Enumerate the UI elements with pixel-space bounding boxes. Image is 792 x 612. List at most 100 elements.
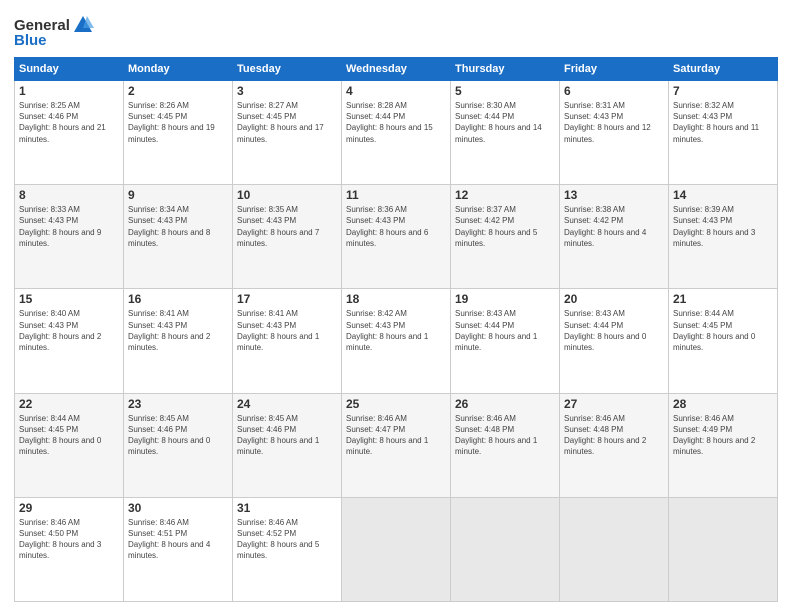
day-number: 18 — [346, 292, 446, 306]
day-info: Sunrise: 8:42 AM Sunset: 4:43 PM Dayligh… — [346, 309, 428, 352]
day-info: Sunrise: 8:43 AM Sunset: 4:44 PM Dayligh… — [455, 309, 537, 352]
day-info: Sunrise: 8:33 AM Sunset: 4:43 PM Dayligh… — [19, 205, 101, 248]
day-info: Sunrise: 8:46 AM Sunset: 4:49 PM Dayligh… — [673, 414, 755, 457]
calendar-cell: 21 Sunrise: 8:44 AM Sunset: 4:45 PM Dayl… — [669, 289, 778, 393]
day-number: 2 — [128, 84, 228, 98]
day-of-week-header: Sunday — [15, 58, 124, 81]
day-info: Sunrise: 8:43 AM Sunset: 4:44 PM Dayligh… — [564, 309, 646, 352]
calendar-cell: 6 Sunrise: 8:31 AM Sunset: 4:43 PM Dayli… — [560, 81, 669, 185]
day-number: 22 — [19, 397, 119, 411]
day-number: 14 — [673, 188, 773, 202]
day-info: Sunrise: 8:36 AM Sunset: 4:43 PM Dayligh… — [346, 205, 428, 248]
day-info: Sunrise: 8:38 AM Sunset: 4:42 PM Dayligh… — [564, 205, 646, 248]
day-info: Sunrise: 8:46 AM Sunset: 4:50 PM Dayligh… — [19, 518, 101, 561]
calendar-cell: 12 Sunrise: 8:37 AM Sunset: 4:42 PM Dayl… — [451, 185, 560, 289]
day-info: Sunrise: 8:25 AM Sunset: 4:46 PM Dayligh… — [19, 101, 106, 144]
day-number: 4 — [346, 84, 446, 98]
day-info: Sunrise: 8:28 AM Sunset: 4:44 PM Dayligh… — [346, 101, 433, 144]
day-number: 20 — [564, 292, 664, 306]
day-info: Sunrise: 8:34 AM Sunset: 4:43 PM Dayligh… — [128, 205, 210, 248]
day-number: 17 — [237, 292, 337, 306]
logo-icon — [72, 14, 94, 36]
calendar-cell: 15 Sunrise: 8:40 AM Sunset: 4:43 PM Dayl… — [15, 289, 124, 393]
calendar-cell: 23 Sunrise: 8:45 AM Sunset: 4:46 PM Dayl… — [124, 393, 233, 497]
calendar-cell — [342, 497, 451, 601]
calendar-cell: 27 Sunrise: 8:46 AM Sunset: 4:48 PM Dayl… — [560, 393, 669, 497]
calendar-cell — [451, 497, 560, 601]
day-number: 24 — [237, 397, 337, 411]
calendar-cell: 7 Sunrise: 8:32 AM Sunset: 4:43 PM Dayli… — [669, 81, 778, 185]
day-number: 26 — [455, 397, 555, 411]
calendar-cell: 24 Sunrise: 8:45 AM Sunset: 4:46 PM Dayl… — [233, 393, 342, 497]
day-number: 6 — [564, 84, 664, 98]
day-of-week-header: Saturday — [669, 58, 778, 81]
calendar-cell — [560, 497, 669, 601]
calendar-cell: 31 Sunrise: 8:46 AM Sunset: 4:52 PM Dayl… — [233, 497, 342, 601]
calendar-cell: 4 Sunrise: 8:28 AM Sunset: 4:44 PM Dayli… — [342, 81, 451, 185]
day-number: 21 — [673, 292, 773, 306]
calendar-cell: 20 Sunrise: 8:43 AM Sunset: 4:44 PM Dayl… — [560, 289, 669, 393]
day-number: 7 — [673, 84, 773, 98]
day-info: Sunrise: 8:32 AM Sunset: 4:43 PM Dayligh… — [673, 101, 759, 144]
day-number: 12 — [455, 188, 555, 202]
day-info: Sunrise: 8:41 AM Sunset: 4:43 PM Dayligh… — [128, 309, 210, 352]
calendar-cell: 8 Sunrise: 8:33 AM Sunset: 4:43 PM Dayli… — [15, 185, 124, 289]
day-info: Sunrise: 8:46 AM Sunset: 4:52 PM Dayligh… — [237, 518, 319, 561]
calendar-cell: 22 Sunrise: 8:44 AM Sunset: 4:45 PM Dayl… — [15, 393, 124, 497]
calendar-cell: 9 Sunrise: 8:34 AM Sunset: 4:43 PM Dayli… — [124, 185, 233, 289]
day-info: Sunrise: 8:41 AM Sunset: 4:43 PM Dayligh… — [237, 309, 319, 352]
day-number: 19 — [455, 292, 555, 306]
calendar-cell: 10 Sunrise: 8:35 AM Sunset: 4:43 PM Dayl… — [233, 185, 342, 289]
calendar-cell: 16 Sunrise: 8:41 AM Sunset: 4:43 PM Dayl… — [124, 289, 233, 393]
day-number: 9 — [128, 188, 228, 202]
day-info: Sunrise: 8:35 AM Sunset: 4:43 PM Dayligh… — [237, 205, 319, 248]
day-info: Sunrise: 8:40 AM Sunset: 4:43 PM Dayligh… — [19, 309, 101, 352]
calendar-cell: 29 Sunrise: 8:46 AM Sunset: 4:50 PM Dayl… — [15, 497, 124, 601]
day-number: 8 — [19, 188, 119, 202]
calendar-cell: 26 Sunrise: 8:46 AM Sunset: 4:48 PM Dayl… — [451, 393, 560, 497]
calendar-cell: 28 Sunrise: 8:46 AM Sunset: 4:49 PM Dayl… — [669, 393, 778, 497]
calendar-cell: 13 Sunrise: 8:38 AM Sunset: 4:42 PM Dayl… — [560, 185, 669, 289]
logo-blue: Blue — [14, 32, 47, 49]
calendar-cell: 19 Sunrise: 8:43 AM Sunset: 4:44 PM Dayl… — [451, 289, 560, 393]
day-info: Sunrise: 8:44 AM Sunset: 4:45 PM Dayligh… — [19, 414, 101, 457]
day-number: 31 — [237, 501, 337, 515]
calendar-cell: 14 Sunrise: 8:39 AM Sunset: 4:43 PM Dayl… — [669, 185, 778, 289]
day-info: Sunrise: 8:46 AM Sunset: 4:47 PM Dayligh… — [346, 414, 428, 457]
day-number: 28 — [673, 397, 773, 411]
day-info: Sunrise: 8:46 AM Sunset: 4:48 PM Dayligh… — [564, 414, 646, 457]
calendar-cell: 17 Sunrise: 8:41 AM Sunset: 4:43 PM Dayl… — [233, 289, 342, 393]
calendar-cell: 25 Sunrise: 8:46 AM Sunset: 4:47 PM Dayl… — [342, 393, 451, 497]
day-number: 15 — [19, 292, 119, 306]
day-number: 27 — [564, 397, 664, 411]
page: General Blue SundayMondayTuesdayWednesda… — [0, 0, 792, 612]
day-info: Sunrise: 8:39 AM Sunset: 4:43 PM Dayligh… — [673, 205, 755, 248]
day-number: 1 — [19, 84, 119, 98]
day-info: Sunrise: 8:30 AM Sunset: 4:44 PM Dayligh… — [455, 101, 542, 144]
calendar-cell: 5 Sunrise: 8:30 AM Sunset: 4:44 PM Dayli… — [451, 81, 560, 185]
header: General Blue — [14, 14, 778, 49]
day-info: Sunrise: 8:45 AM Sunset: 4:46 PM Dayligh… — [128, 414, 210, 457]
day-number: 23 — [128, 397, 228, 411]
day-number: 29 — [19, 501, 119, 515]
day-number: 11 — [346, 188, 446, 202]
day-info: Sunrise: 8:45 AM Sunset: 4:46 PM Dayligh… — [237, 414, 319, 457]
calendar-cell: 11 Sunrise: 8:36 AM Sunset: 4:43 PM Dayl… — [342, 185, 451, 289]
calendar-cell: 3 Sunrise: 8:27 AM Sunset: 4:45 PM Dayli… — [233, 81, 342, 185]
day-info: Sunrise: 8:37 AM Sunset: 4:42 PM Dayligh… — [455, 205, 537, 248]
day-number: 30 — [128, 501, 228, 515]
day-info: Sunrise: 8:46 AM Sunset: 4:48 PM Dayligh… — [455, 414, 537, 457]
day-info: Sunrise: 8:31 AM Sunset: 4:43 PM Dayligh… — [564, 101, 651, 144]
calendar-cell: 30 Sunrise: 8:46 AM Sunset: 4:51 PM Dayl… — [124, 497, 233, 601]
day-of-week-header: Monday — [124, 58, 233, 81]
calendar: SundayMondayTuesdayWednesdayThursdayFrid… — [14, 57, 778, 602]
day-info: Sunrise: 8:26 AM Sunset: 4:45 PM Dayligh… — [128, 101, 215, 144]
calendar-cell: 1 Sunrise: 8:25 AM Sunset: 4:46 PM Dayli… — [15, 81, 124, 185]
logo: General Blue — [14, 14, 94, 49]
day-info: Sunrise: 8:27 AM Sunset: 4:45 PM Dayligh… — [237, 101, 324, 144]
calendar-cell — [669, 497, 778, 601]
day-of-week-header: Thursday — [451, 58, 560, 81]
day-number: 25 — [346, 397, 446, 411]
day-number: 10 — [237, 188, 337, 202]
day-info: Sunrise: 8:46 AM Sunset: 4:51 PM Dayligh… — [128, 518, 210, 561]
